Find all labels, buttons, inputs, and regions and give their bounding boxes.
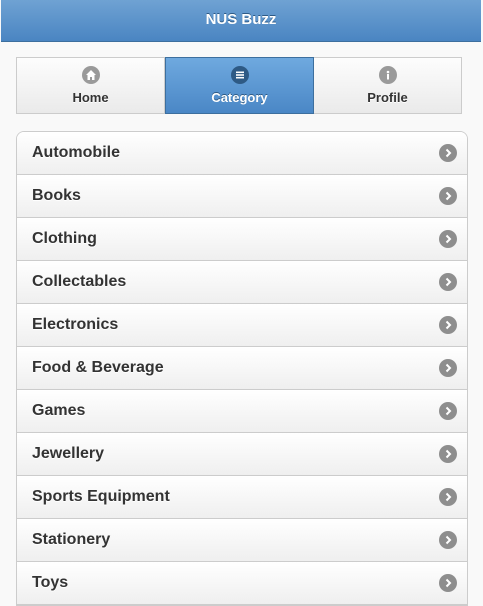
chevron-right-icon	[439, 574, 457, 592]
tab-category[interactable]: Category	[165, 57, 314, 114]
list-item-games[interactable]: Games	[17, 390, 467, 433]
list-item-label: Clothing	[32, 230, 97, 247]
app-header: NUS Buzz	[1, 0, 481, 42]
list-item-label: Electronics	[32, 316, 119, 333]
chevron-right-icon	[439, 144, 457, 162]
bars-icon	[230, 66, 249, 84]
chevron-right-icon	[439, 230, 457, 248]
list-item-label: Books	[32, 187, 81, 204]
list-item-label: Games	[32, 402, 86, 419]
tab-home[interactable]: Home	[17, 58, 165, 113]
list-item-label: Food & Beverage	[32, 359, 164, 376]
list-item-label: Toys	[32, 574, 69, 591]
list-item-clothing[interactable]: Clothing	[17, 218, 467, 261]
tab-navbar: Home Category Profile	[16, 57, 462, 114]
info-icon	[378, 66, 397, 84]
home-icon	[81, 66, 100, 84]
list-item-collectables[interactable]: Collectables	[17, 261, 467, 304]
list-item-automobile[interactable]: Automobile	[17, 132, 467, 175]
list-item-sports-equipment[interactable]: Sports Equipment	[17, 476, 467, 519]
list-item-food-beverage[interactable]: Food & Beverage	[17, 347, 467, 390]
chevron-right-icon	[439, 445, 457, 463]
tab-profile[interactable]: Profile	[314, 58, 461, 113]
chevron-right-icon	[439, 273, 457, 291]
chevron-right-icon	[439, 316, 457, 334]
tab-home-label: Home	[72, 90, 109, 105]
category-list: Automobile Books Clothing Collectables E…	[16, 131, 468, 606]
app-title: NUS Buzz	[205, 11, 277, 28]
tab-category-label: Category	[211, 90, 268, 105]
list-item-electronics[interactable]: Electronics	[17, 304, 467, 347]
list-item-books[interactable]: Books	[17, 175, 467, 218]
chevron-right-icon	[439, 187, 457, 205]
list-item-jewellery[interactable]: Jewellery	[17, 433, 467, 476]
list-item-label: Sports Equipment	[32, 488, 170, 505]
list-item-label: Jewellery	[32, 445, 105, 462]
list-item-toys[interactable]: Toys	[17, 562, 467, 605]
tab-profile-label: Profile	[367, 90, 408, 105]
chevron-right-icon	[439, 488, 457, 506]
chevron-right-icon	[439, 531, 457, 549]
list-item-label: Automobile	[32, 144, 120, 161]
list-item-stationery[interactable]: Stationery	[17, 519, 467, 562]
list-item-label: Collectables	[32, 273, 127, 290]
chevron-right-icon	[439, 359, 457, 377]
chevron-right-icon	[439, 402, 457, 420]
list-item-label: Stationery	[32, 531, 111, 548]
